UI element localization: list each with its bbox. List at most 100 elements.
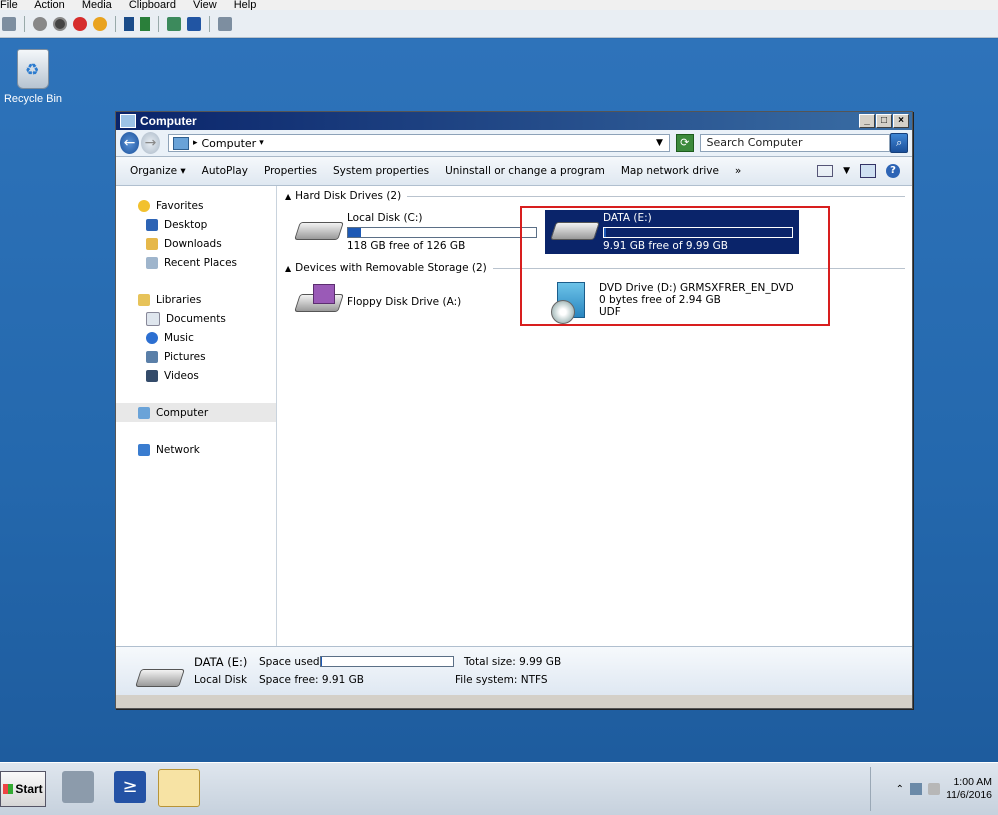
nav-label: Videos [164, 369, 199, 382]
star-icon [138, 199, 150, 212]
save-state-icon[interactable] [93, 16, 107, 31]
group-title: Devices with Removable Storage (2) [295, 262, 487, 274]
address-path[interactable]: Computer [202, 137, 257, 150]
toolbar-divider [158, 15, 159, 32]
nav-label: Downloads [164, 237, 222, 250]
system-properties-button[interactable]: System properties [333, 165, 429, 177]
nav-label: Desktop [164, 218, 208, 231]
more-commands-button[interactable]: » [735, 165, 741, 177]
drive-usage-bar [347, 227, 537, 238]
autoplay-button[interactable]: AutoPlay [202, 165, 248, 177]
menu-media[interactable]: Media [82, 0, 112, 10]
enhanced-session-icon[interactable] [218, 16, 232, 31]
revert-icon[interactable] [187, 16, 201, 31]
preview-pane-icon[interactable] [860, 164, 876, 178]
menu-clipboard[interactable]: Clipboard [129, 0, 176, 10]
navigation-pane: Favorites Desktop Downloads Recent Place… [116, 186, 277, 646]
hard-drive-icon [135, 659, 185, 689]
details-pane: DATA (E:) Space used: Total size: 9.99 G… [116, 646, 912, 695]
uninstall-program-button[interactable]: Uninstall or change a program [445, 165, 605, 177]
nav-videos[interactable]: Videos [116, 366, 276, 385]
details-space-used-label: Space used: [259, 656, 324, 668]
back-button[interactable]: ← [120, 132, 139, 154]
explorer-taskbar-icon[interactable] [158, 769, 200, 807]
details-usage-bar [320, 656, 454, 667]
start-button[interactable]: Start [0, 771, 46, 807]
drive-free-space: 118 GB free of 126 GB [347, 240, 466, 252]
help-icon[interactable]: ? [886, 164, 900, 178]
recycle-bin-label: Recycle Bin [3, 93, 63, 105]
group-header-hdd[interactable]: ▲ Hard Disk Drives (2) [285, 190, 905, 202]
map-network-drive-button[interactable]: Map network drive [621, 165, 719, 177]
view-options-icon[interactable] [817, 165, 834, 177]
nav-documents[interactable]: Documents [116, 309, 276, 328]
nav-label: Libraries [156, 293, 202, 306]
menu-file[interactable]: File [0, 0, 18, 10]
close-button[interactable]: × [893, 114, 909, 128]
volume-icon[interactable] [928, 783, 941, 795]
show-hidden-icons-icon[interactable]: ⌃ [896, 784, 904, 795]
clock[interactable]: 1:00 AM 11/6/2016 [946, 776, 992, 802]
details-name: DATA (E:) [194, 655, 248, 669]
nav-network[interactable]: Network [116, 440, 276, 459]
computer-icon [138, 406, 150, 419]
properties-button[interactable]: Properties [264, 165, 317, 177]
menu-help[interactable]: Help [234, 0, 257, 10]
recycle-bin-icon [17, 49, 49, 89]
nav-recent-places[interactable]: Recent Places [116, 253, 276, 272]
address-bar[interactable]: ▸ Computer ▾ ▼ [167, 134, 670, 152]
nav-computer[interactable]: Computer [116, 403, 276, 422]
menu-view[interactable]: View [193, 0, 217, 10]
maximize-button[interactable]: □ [876, 114, 892, 128]
computer-icon [120, 114, 136, 128]
pause-icon[interactable] [124, 16, 134, 31]
turn-off-icon[interactable] [53, 16, 67, 31]
taskbar: Start ≥ ⌃ 1:00 AM 11/6/2016 [0, 762, 998, 815]
nav-libraries[interactable]: Libraries [116, 290, 276, 309]
nav-label: Computer [156, 406, 209, 419]
toolbar-divider [115, 15, 116, 32]
nav-label: Network [156, 443, 200, 456]
minimize-button[interactable]: _ [859, 114, 875, 128]
menu-action[interactable]: Action [34, 0, 65, 10]
recycle-bin[interactable]: Recycle Bin [2, 49, 64, 105]
details-space-free: Space free: 9.91 GB [259, 674, 364, 686]
snapshot-icon[interactable] [167, 16, 181, 31]
address-arrow-icon[interactable]: ▸ [193, 138, 198, 148]
drive-c[interactable]: Local Disk (C:) 118 GB free of 126 GB [294, 212, 537, 252]
shutdown-icon[interactable] [73, 16, 87, 31]
server-manager-icon[interactable] [62, 771, 94, 803]
nav-label: Recent Places [164, 256, 238, 269]
nav-favorites[interactable]: Favorites [116, 196, 276, 215]
toolbar-divider [24, 15, 25, 32]
organize-button[interactable]: Organize ▾ [130, 165, 186, 177]
title-bar[interactable]: Computer _ □ × [116, 112, 912, 130]
nav-pictures[interactable]: Pictures [116, 347, 276, 366]
ctrl-alt-del-icon[interactable] [2, 16, 16, 31]
drive-name: Floppy Disk Drive (A:) [347, 296, 462, 308]
history-dropdown-icon[interactable]: ▼ [656, 138, 663, 148]
recent-places-icon [146, 256, 158, 269]
drive-name: Local Disk (C:) [347, 212, 423, 224]
search-button[interactable]: ⌕ [890, 133, 908, 153]
network-status-icon[interactable] [910, 783, 923, 795]
view-dropdown-icon[interactable]: ▼ [843, 166, 850, 176]
start-vm-icon[interactable] [33, 16, 47, 31]
nav-music[interactable]: Music [116, 328, 276, 347]
nav-label: Music [164, 331, 194, 344]
search-input[interactable]: Search Computer [699, 134, 891, 152]
command-bar: Organize ▾ AutoPlay Properties System pr… [116, 157, 912, 186]
resume-icon[interactable] [140, 16, 150, 31]
pictures-icon [146, 350, 158, 363]
nav-downloads[interactable]: Downloads [116, 234, 276, 253]
details-file-system: File system: NTFS [455, 674, 548, 686]
documents-icon [146, 311, 160, 326]
highlight-box [520, 206, 830, 326]
forward-button[interactable]: → [140, 132, 160, 154]
powershell-icon[interactable]: ≥ [114, 771, 146, 803]
window-title: Computer [140, 114, 197, 128]
collapse-icon: ▲ [285, 191, 292, 201]
refresh-button[interactable]: ⟳ [675, 134, 694, 152]
drive-a[interactable]: Floppy Disk Drive (A:) [294, 284, 462, 314]
nav-desktop[interactable]: Desktop [116, 215, 276, 234]
